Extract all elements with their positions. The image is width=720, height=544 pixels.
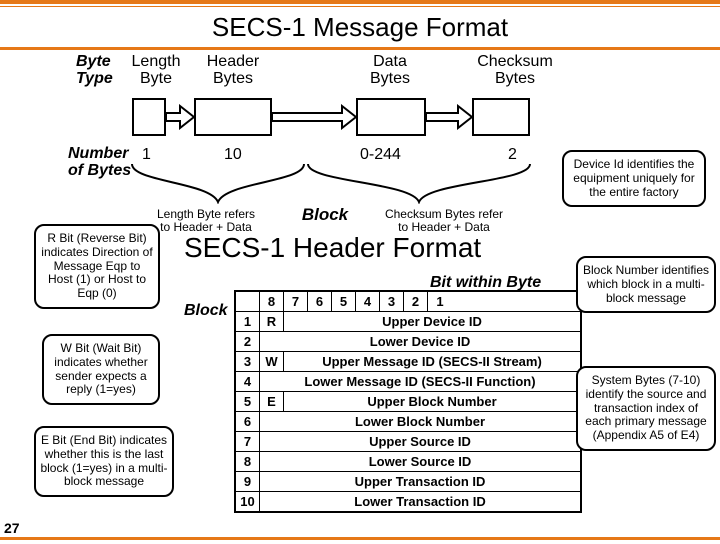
row-desc: Lower Device ID	[260, 332, 580, 351]
bit-col: 5	[332, 292, 356, 311]
row-index: 6	[236, 412, 260, 431]
table-row: 8Lower Source ID	[236, 452, 580, 472]
bit-col: 2	[404, 292, 428, 311]
bit-col: 1	[428, 292, 452, 311]
callout-e-bit: E Bit (End Bit) indicates whether this i…	[34, 426, 174, 497]
row-desc: Upper Block Number	[284, 392, 580, 411]
checksum-box	[472, 98, 530, 136]
row-desc: Upper Message ID (SECS-II Stream)	[284, 352, 580, 371]
note-length: Length Byte refers to Header + Data	[146, 208, 266, 234]
subheading: SECS-1 Header Format	[184, 232, 481, 264]
note-checksum: Checksum Bytes refer to Header + Data	[374, 208, 514, 234]
title-block: SECS-1 Message Format	[0, 6, 720, 50]
block-axis-label: Block	[184, 302, 228, 320]
header-box	[194, 98, 272, 136]
callout-block-number: Block Number identifies which block in a…	[576, 256, 716, 313]
brace-right	[306, 162, 532, 204]
bit-col: 6	[308, 292, 332, 311]
byte-type-label: Byte Type	[76, 54, 113, 88]
table-row: 1RUpper Device ID	[236, 312, 580, 332]
row-desc: Lower Block Number	[260, 412, 580, 431]
table-row: 10Lower Transaction ID	[236, 492, 580, 511]
slide-title: SECS-1 Message Format	[0, 8, 720, 45]
brace-left	[130, 162, 306, 204]
checksum-bytes-label: Checksum Bytes	[470, 54, 560, 88]
slide: SECS-1 Message Format Byte Type Length B…	[0, 0, 720, 540]
row-desc: Upper Device ID	[284, 312, 580, 331]
length-box	[132, 98, 166, 136]
note-block: Block	[300, 206, 350, 225]
row-index: 5	[236, 392, 260, 411]
row-desc: Lower Source ID	[260, 452, 580, 471]
top-accent-bar	[0, 0, 720, 4]
arrow-icon	[272, 104, 356, 130]
table-row: 6Lower Block Number	[236, 412, 580, 432]
content-area: Byte Type Length Byte Header Bytes Data …	[0, 50, 720, 544]
callout-r-bit: R Bit (Reverse Bit) indicates Direction …	[34, 224, 160, 309]
page-number: 27	[4, 520, 20, 536]
header-bytes-label: Header Bytes	[198, 54, 268, 88]
row-desc: Lower Transaction ID	[260, 492, 580, 511]
bit-col: 4	[356, 292, 380, 311]
table-row: 2Lower Device ID	[236, 332, 580, 352]
table-row: 5EUpper Block Number	[236, 392, 580, 412]
header-format-table: 8 7 6 5 4 3 2 1 1RUpper Device ID2Lower …	[234, 290, 582, 513]
table-header: 8 7 6 5 4 3 2 1	[236, 292, 580, 312]
flag-bit: E	[260, 392, 284, 411]
row-desc: Lower Message ID (SECS-II Function)	[260, 372, 580, 391]
table-row: 9Upper Transaction ID	[236, 472, 580, 492]
table-row: 3WUpper Message ID (SECS-II Stream)	[236, 352, 580, 372]
row-index: 4	[236, 372, 260, 391]
row-index: 2	[236, 332, 260, 351]
callout-device-id: Device Id identifies the equipment uniqu…	[562, 150, 706, 207]
row-index: 1	[236, 312, 260, 331]
data-box	[356, 98, 426, 136]
row-desc: Upper Source ID	[260, 432, 580, 451]
arrow-icon	[166, 104, 194, 130]
length-byte-label: Length Byte	[128, 54, 184, 88]
flag-bit: R	[260, 312, 284, 331]
bit-col: 7	[284, 292, 308, 311]
callout-system-bytes: System Bytes (7-10) identify the source …	[576, 366, 716, 451]
data-bytes-label: Data Bytes	[360, 54, 420, 88]
bit-col: 3	[380, 292, 404, 311]
row-index: 7	[236, 432, 260, 451]
row-index: 3	[236, 352, 260, 371]
bit-col: 8	[260, 292, 284, 311]
table-row: 7Upper Source ID	[236, 432, 580, 452]
arrow-icon	[426, 104, 472, 130]
table-row: 4Lower Message ID (SECS-II Function)	[236, 372, 580, 392]
number-of-bytes-label: Number of Bytes	[68, 146, 131, 180]
callout-w-bit: W Bit (Wait Bit) indicates whether sende…	[42, 334, 160, 405]
row-index: 9	[236, 472, 260, 491]
flag-bit: W	[260, 352, 284, 371]
row-index: 10	[236, 492, 260, 511]
row-index: 8	[236, 452, 260, 471]
row-desc: Upper Transaction ID	[260, 472, 580, 491]
